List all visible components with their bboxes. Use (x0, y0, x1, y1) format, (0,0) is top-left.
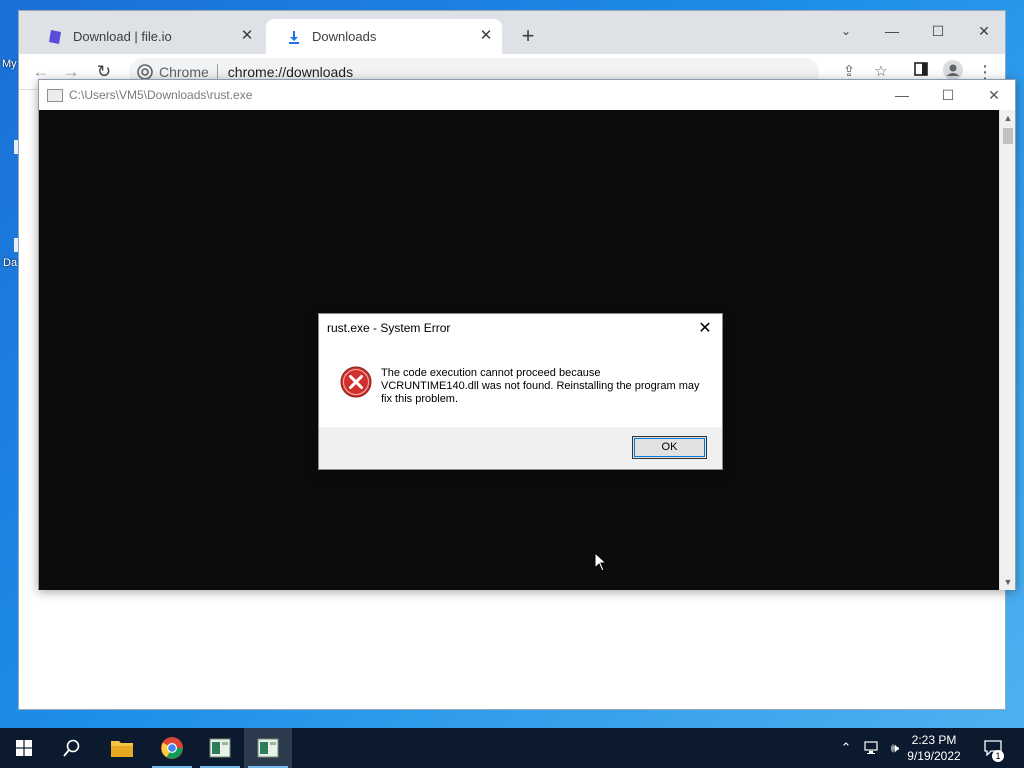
app-window-icon (257, 738, 279, 758)
tab-title: Downloads (312, 29, 377, 44)
taskbar: ⌃ 🕪 2:23 PM 9/19/2022 1 (0, 728, 1024, 768)
ok-button[interactable]: OK (632, 436, 707, 459)
clock-time: 2:23 PM (911, 733, 957, 747)
maximize-icon[interactable]: ☐ (915, 17, 961, 45)
dialog-title: rust.exe - System Error (327, 321, 451, 335)
dialog-button-bar: OK (319, 427, 722, 469)
close-window-icon[interactable]: ✕ (961, 17, 1007, 45)
chrome-taskbar-button[interactable] (148, 728, 196, 768)
start-button[interactable] (0, 728, 48, 768)
tray-overflow-icon[interactable]: ⌃ (836, 728, 856, 768)
minimize-icon[interactable]: — (869, 17, 915, 45)
console-maximize-icon[interactable]: ☐ (925, 80, 971, 110)
windows-logo-icon (16, 740, 32, 756)
download-icon (286, 29, 302, 45)
console-minimize-icon[interactable]: — (879, 80, 925, 110)
chrome-icon (137, 64, 153, 80)
notepad-taskbar-button[interactable] (196, 728, 244, 768)
tab-downloads[interactable]: Downloads ✕ (266, 19, 502, 54)
file-explorer-button[interactable] (98, 728, 146, 768)
console-title: C:\Users\VM5\Downloads\rust.exe (69, 88, 253, 102)
close-tab-icon[interactable]: ✕ (478, 28, 494, 44)
network-icon[interactable] (860, 728, 882, 768)
chrome-logo-icon (161, 737, 183, 759)
console-title-bar: C:\Users\VM5\Downloads\rust.exe (39, 80, 1015, 110)
tab-title: Download | file.io (73, 29, 172, 44)
dialog-message: The code execution cannot proceed becaus… (381, 367, 700, 405)
fileio-favicon (47, 29, 63, 45)
dialog-close-icon[interactable]: ✕ (694, 318, 716, 340)
search-icon (63, 739, 80, 757)
scroll-thumb[interactable] (1003, 128, 1013, 144)
desktop-icon-label-fragment: Da (3, 257, 18, 269)
desktop-icon-label-fragment: My (2, 58, 17, 70)
new-tab-button[interactable]: + (517, 25, 539, 47)
error-icon (340, 366, 372, 398)
notification-count-badge: 1 (992, 750, 1004, 762)
close-tab-icon[interactable]: ✕ (239, 28, 255, 44)
tab-strip: Download | file.io ✕ Downloads ✕ + ⌄ — ☐… (19, 11, 1005, 54)
tab-fileio[interactable]: Download | file.io ✕ (27, 19, 263, 54)
system-clock[interactable]: 2:23 PM 9/19/2022 (902, 732, 966, 764)
search-button[interactable] (48, 728, 96, 768)
clock-date: 9/19/2022 (907, 749, 961, 763)
console-scrollbar[interactable]: ▲ ▼ (999, 110, 1015, 590)
console-app-icon (47, 88, 63, 102)
mouse-cursor-icon (594, 551, 608, 572)
tab-search-icon[interactable]: ⌄ (823, 17, 869, 45)
scroll-up-icon[interactable]: ▲ (1000, 110, 1016, 126)
folder-icon (111, 741, 133, 757)
scroll-down-icon[interactable]: ▼ (1000, 574, 1016, 590)
site-label: Chrome (159, 64, 218, 80)
app-window-icon (209, 738, 231, 758)
notification-center-icon[interactable]: 1 (980, 728, 1006, 768)
console-close-icon[interactable]: ✕ (971, 80, 1017, 110)
url-text: chrome://downloads (227, 64, 354, 80)
system-error-dialog: rust.exe - System Error ✕ The code execu… (318, 313, 723, 470)
console-taskbar-button[interactable] (244, 728, 292, 768)
